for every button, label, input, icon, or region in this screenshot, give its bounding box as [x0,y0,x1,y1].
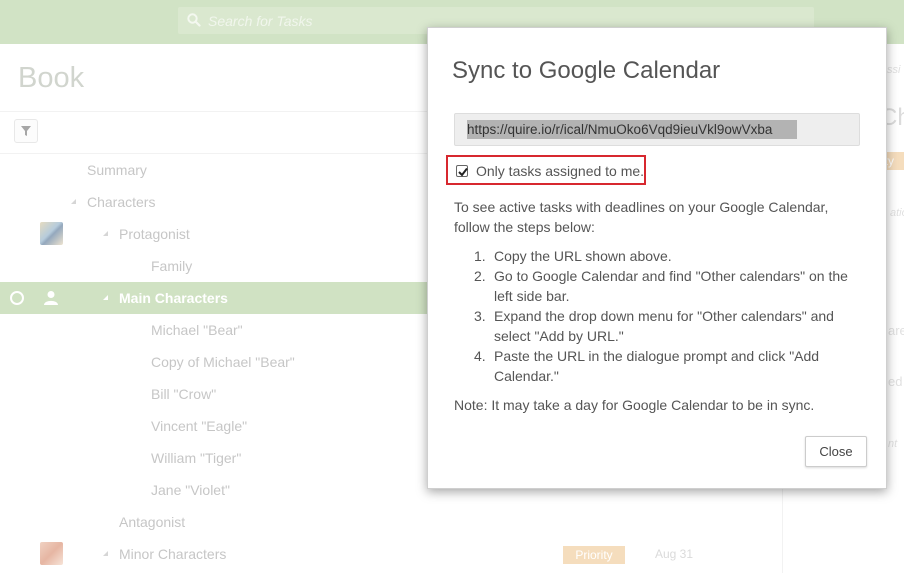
dialog-title: Sync to Google Calendar [452,57,721,84]
step-text: Go to Google Calendar and find "Other ca… [494,268,848,304]
step-number: 1. [474,248,486,264]
only-mine-label[interactable]: Only tasks assigned to me. [476,163,644,179]
step-item: 1. Copy the URL shown above. [474,246,864,266]
step-number: 2. [474,268,486,284]
step-text: Expand the drop down menu for "Other cal… [494,308,834,344]
step-number: 3. [474,308,486,324]
sync-note: Note: It may take a day for Google Calen… [454,397,815,413]
sync-calendar-dialog: Sync to Google Calendar https://quire.io… [427,27,887,489]
step-item: 3. Expand the drop down menu for "Other … [474,306,864,346]
instructions-intro: To see active tasks with deadlines on yo… [454,199,829,235]
only-mine-checkbox[interactable] [456,165,468,177]
steps-list: 1. Copy the URL shown above. 2. Go to Go… [474,246,864,386]
only-mine-option[interactable]: Only tasks assigned to me. [446,155,646,185]
step-text: Paste the URL in the dialogue prompt and… [494,348,820,384]
step-number: 4. [474,348,486,364]
calendar-url-text: https://quire.io/r/ical/NmuOko6Vqd9ieuVk… [467,122,773,137]
step-item: 2. Go to Google Calendar and find "Other… [474,266,864,306]
step-text: Copy the URL shown above. [494,248,672,264]
step-item: 4. Paste the URL in the dialogue prompt … [474,346,864,386]
checkmark-icon [458,167,468,177]
close-button[interactable]: Close [805,436,867,467]
